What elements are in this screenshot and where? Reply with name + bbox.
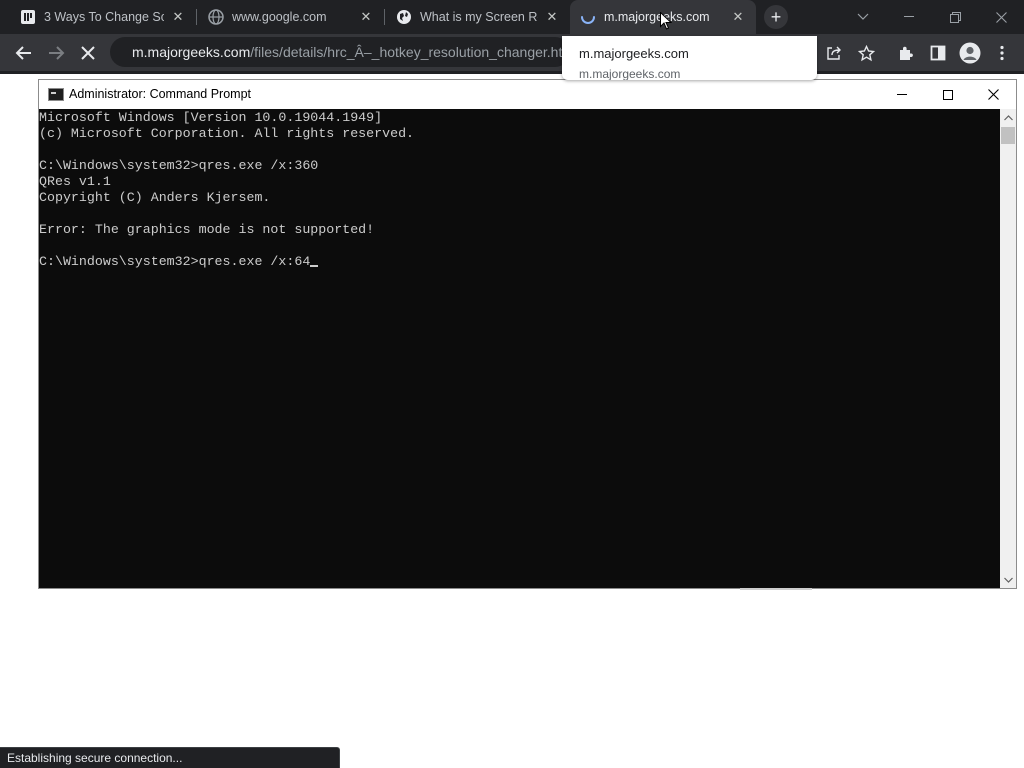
browser-tab-strip: 3 Ways To Change Screen Resolution ✕ www…	[0, 0, 1024, 34]
tab-separator	[384, 9, 385, 25]
console-line: Error: The graphics mode is not supporte…	[39, 222, 375, 237]
close-tab-icon[interactable]: ✕	[544, 9, 560, 25]
tab-hover-card: m.majorgeeks.com m.majorgeeks.com	[562, 36, 817, 80]
tab-screen-resolution[interactable]: What is my Screen Resolution ✕	[386, 0, 570, 34]
status-text: Establishing secure connection...	[7, 751, 183, 765]
vertical-scrollbar[interactable]	[1000, 109, 1016, 588]
close-tab-icon[interactable]: ✕	[170, 9, 186, 25]
console-output[interactable]: Microsoft Windows [Version 10.0.19044.19…	[39, 109, 1000, 588]
close-tab-icon[interactable]: ✕	[730, 9, 746, 25]
scroll-thumb[interactable]	[1001, 127, 1015, 144]
tab-title: What is my Screen Resolution	[420, 10, 538, 24]
site-logo-icon	[20, 9, 36, 25]
stop-loading-icon[interactable]	[74, 39, 102, 67]
share-icon[interactable]	[820, 39, 848, 67]
scroll-up-arrow-icon[interactable]	[1000, 109, 1016, 126]
loading-spinner-icon	[580, 9, 596, 25]
url-path: /files/details/hrc_Â–_hotkey_resolution_…	[250, 44, 570, 60]
cmd-titlebar[interactable]: Administrator: Command Prompt	[39, 80, 1016, 109]
mouse-pointer-icon	[660, 11, 673, 35]
bookmark-star-icon[interactable]	[852, 39, 880, 67]
side-panel-icon[interactable]	[924, 39, 952, 67]
profile-avatar-icon[interactable]	[956, 39, 984, 67]
extensions-puzzle-icon[interactable]	[892, 39, 920, 67]
console-line: Microsoft Windows [Version 10.0.19044.19…	[39, 110, 383, 125]
console-line: QRes v1.1	[39, 174, 111, 189]
tab-three-ways[interactable]: 3 Ways To Change Screen Resolution ✕	[10, 0, 196, 34]
close-tab-icon[interactable]: ✕	[358, 9, 374, 25]
scroll-down-arrow-icon[interactable]	[1000, 571, 1016, 588]
console-line: C:\Windows\system32>qres.exe /x:360	[39, 158, 319, 173]
hover-card-url: m.majorgeeks.com	[579, 67, 681, 80]
cmd-close-icon[interactable]	[970, 80, 1016, 109]
forward-arrow-icon[interactable]	[42, 39, 70, 67]
tab-title: 3 Ways To Change Screen Resolution	[44, 10, 164, 24]
toolbar-bottom-border	[0, 71, 1024, 74]
url-host: m.majorgeeks.com	[132, 44, 251, 60]
tab-search-icon[interactable]	[840, 0, 886, 34]
browser-toolbar: m.majorgeeks.com /files/details/hrc_Â–_h…	[0, 34, 1024, 71]
tab-title: www.google.com	[232, 10, 327, 24]
cmd-app-icon	[48, 88, 64, 101]
console-command-input[interactable]: C:\Windows\system32>qres.exe /x:64	[39, 254, 310, 269]
back-arrow-icon[interactable]	[10, 39, 38, 67]
cmd-maximize-icon[interactable]	[925, 80, 971, 109]
console-line: Copyright (C) Anders Kjersem.	[39, 190, 271, 205]
text-cursor	[310, 265, 319, 267]
globe-icon	[396, 9, 412, 25]
status-bubble: Establishing secure connection...	[0, 747, 340, 768]
new-tab-button[interactable]: +	[764, 5, 788, 29]
tab-google[interactable]: www.google.com ✕	[198, 0, 384, 34]
hover-card-title: m.majorgeeks.com	[579, 46, 689, 61]
cmd-minimize-icon[interactable]	[879, 80, 925, 109]
restore-icon[interactable]	[932, 0, 978, 34]
tab-separator	[196, 9, 197, 25]
console-current-line: C:\Windows\system32>qres.exe /x:64	[39, 254, 319, 270]
page-fragment	[740, 588, 812, 590]
address-bar[interactable]: m.majorgeeks.com /files/details/hrc_Â–_h…	[110, 37, 570, 67]
console-line: (c) Microsoft Corporation. All rights re…	[39, 126, 415, 141]
command-prompt-window[interactable]: Administrator: Command Prompt Microsoft …	[38, 79, 1017, 589]
globe-icon	[208, 9, 224, 25]
cmd-window-title: Administrator: Command Prompt	[69, 87, 252, 101]
minimize-icon[interactable]	[886, 0, 932, 34]
close-window-icon[interactable]	[978, 0, 1024, 34]
menu-kebab-icon[interactable]	[988, 39, 1016, 67]
